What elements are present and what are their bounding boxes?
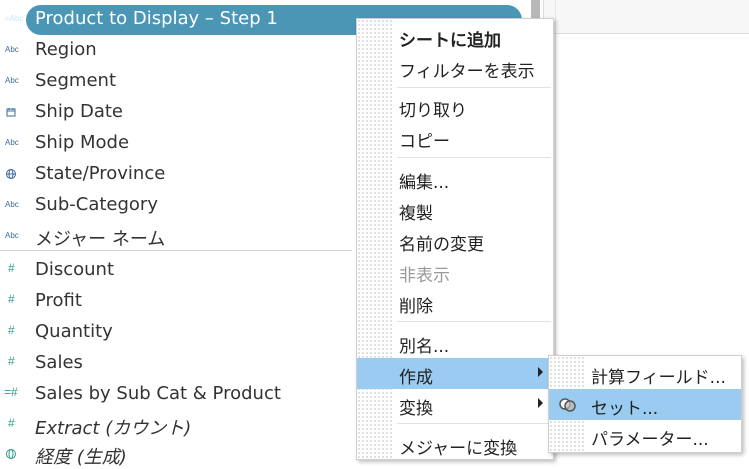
calculated-dimension-icon: =Abc: [5, 14, 24, 23]
string-icon: Abc: [5, 45, 19, 54]
globe-icon: [5, 448, 27, 464]
menu-item-delete[interactable]: 削除: [357, 287, 553, 318]
menu-item-label: フィルターを表示: [399, 62, 535, 82]
menu-item-label: パラメーター...: [591, 430, 709, 450]
dimensions-measures-divider: [0, 250, 352, 251]
menu-separator: [397, 321, 551, 322]
field-list-scrollbar[interactable]: [531, 0, 540, 20]
menu-item-hide: 非表示: [357, 256, 553, 287]
menu-item-label: コピー: [399, 132, 450, 152]
field-label: Quantity: [35, 321, 113, 342]
calendar-icon: [5, 106, 27, 122]
field-label: 経度 (生成): [35, 447, 127, 468]
menu-item-label: 編集...: [399, 173, 450, 193]
menu-item-show-filter[interactable]: フィルターを表示: [357, 52, 553, 83]
field-label: Product to Display – Step 1: [35, 8, 278, 29]
string-icon: Abc: [5, 76, 19, 85]
menu-separator: [397, 157, 551, 158]
submenu-item-parameter[interactable]: パラメーター...: [549, 420, 741, 451]
set-icon: [557, 396, 579, 414]
menu-item-label: 切り取り: [399, 101, 467, 121]
menu-item-aliases[interactable]: 別名...: [357, 327, 553, 358]
menu-item-label: 作成: [399, 368, 433, 388]
field-context-menu: シートに追加 フィルターを表示 切り取り コピー 編集... 複製 名前の変更 …: [356, 18, 554, 460]
string-icon: Abc: [5, 200, 19, 209]
string-icon: Abc: [5, 231, 19, 240]
field-label: Ship Date: [35, 101, 124, 122]
menu-separator: [397, 87, 551, 88]
menu-item-cut[interactable]: 切り取り: [357, 91, 553, 122]
number-icon: #: [8, 292, 15, 306]
menu-item-label: シートに追加: [399, 31, 501, 51]
string-icon: Abc: [5, 138, 19, 147]
menu-item-convert-to-measure[interactable]: メジャーに変換: [357, 429, 553, 460]
create-submenu: 計算フィールド... セット... パラメーター...: [548, 355, 742, 453]
field-label: Profit: [35, 290, 82, 311]
field-label: Ship Mode: [35, 132, 130, 153]
menu-item-label: 削除: [399, 297, 433, 317]
menu-item-copy[interactable]: コピー: [357, 122, 553, 153]
field-label: Sales: [35, 352, 83, 373]
number-icon: #: [8, 354, 15, 368]
field-label: Discount: [35, 259, 115, 280]
menu-item-create[interactable]: 作成: [357, 358, 553, 389]
menu-item-label: 変換: [399, 399, 433, 419]
menu-item-label: セット...: [591, 399, 659, 419]
calculated-number-icon: =#: [4, 385, 18, 399]
menu-item-transform[interactable]: 変換: [357, 389, 553, 420]
field-label: メジャー ネーム: [35, 229, 166, 250]
field-label: State/Province: [35, 163, 166, 184]
field-label: Segment: [35, 70, 116, 91]
menu-item-label: 複製: [399, 204, 433, 224]
menu-item-add-to-sheet[interactable]: シートに追加: [357, 21, 553, 52]
field-label: Region: [35, 39, 97, 60]
menu-separator: [397, 423, 551, 424]
submenu-item-set[interactable]: セット...: [549, 389, 741, 420]
number-icon: #: [8, 323, 15, 337]
field-label: Sub-Category: [35, 194, 158, 215]
menu-item-duplicate[interactable]: 複製: [357, 194, 553, 225]
right-pane-header: [543, 0, 749, 34]
globe-icon: [5, 168, 27, 184]
menu-item-label: 別名...: [399, 337, 450, 357]
menu-item-rename[interactable]: 名前の変更: [357, 225, 553, 256]
number-icon: #: [8, 261, 15, 275]
field-label: Sales by Sub Cat & Product: [35, 383, 281, 404]
submenu-arrow-icon: [538, 367, 543, 377]
submenu-arrow-icon: [538, 398, 543, 408]
menu-item-label: 名前の変更: [399, 235, 484, 255]
menu-item-label: 計算フィールド...: [591, 368, 726, 388]
number-icon: #: [8, 416, 15, 430]
menu-item-label: 非表示: [399, 266, 450, 286]
field-label: Extract (カウント): [35, 418, 192, 439]
menu-item-label: メジャーに変換: [399, 439, 518, 459]
menu-item-edit[interactable]: 編集...: [357, 163, 553, 194]
submenu-item-calculated-field[interactable]: 計算フィールド...: [549, 358, 741, 389]
